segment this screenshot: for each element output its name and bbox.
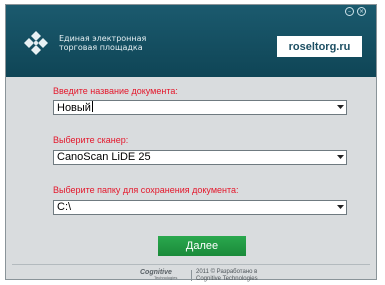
brand-line-1: Единая электронная <box>59 34 147 43</box>
folder-combobox[interactable]: C:\ <box>53 200 347 215</box>
folder-value: C:\ <box>57 201 72 213</box>
scanner-combobox[interactable]: CanoScan LiDE 25 <box>53 150 347 165</box>
doc-name-label: Введите название документа: <box>53 86 178 96</box>
copyright-line-1: 2011 © Разработано в <box>196 269 258 275</box>
copyright: 2011 © Разработано в Cognitive Technolog… <box>196 269 258 283</box>
brand-line-2: торговая площадка <box>59 43 143 52</box>
cognitive-logo: Cognitive Technologies <box>140 269 177 280</box>
chevron-down-icon[interactable] <box>336 102 345 113</box>
cognitive-logo-tagline: Technologies <box>154 275 178 280</box>
dialog-header: – × Единая электронная торговая площадка… <box>6 5 376 77</box>
chevron-down-icon[interactable] <box>336 202 345 213</box>
window-controls: – × <box>345 7 366 16</box>
chevron-down-icon[interactable] <box>336 152 345 163</box>
minimize-icon[interactable]: – <box>345 7 354 16</box>
scanner-dialog: – × Единая электронная торговая площадка… <box>5 4 377 283</box>
folder-label: Выберите папку для сохранения документа: <box>53 185 239 195</box>
doc-name-value: Новый <box>57 101 93 114</box>
copyright-line-2: Cognitive Technologies <box>196 276 258 282</box>
roseltorg-logo-icon <box>24 31 48 55</box>
footer-separator <box>191 270 192 281</box>
footer-divider <box>12 264 370 265</box>
next-button[interactable]: Далее <box>158 236 246 256</box>
close-icon[interactable]: × <box>357 7 366 16</box>
site-badge: roseltorg.ru <box>277 36 362 57</box>
scanner-label: Выберите сканер: <box>53 135 129 145</box>
brand-name: Единая электронная торговая площадка <box>59 34 146 52</box>
scanner-value: CanoScan LiDE 25 <box>57 151 151 163</box>
doc-name-combobox[interactable]: Новый <box>53 100 347 115</box>
